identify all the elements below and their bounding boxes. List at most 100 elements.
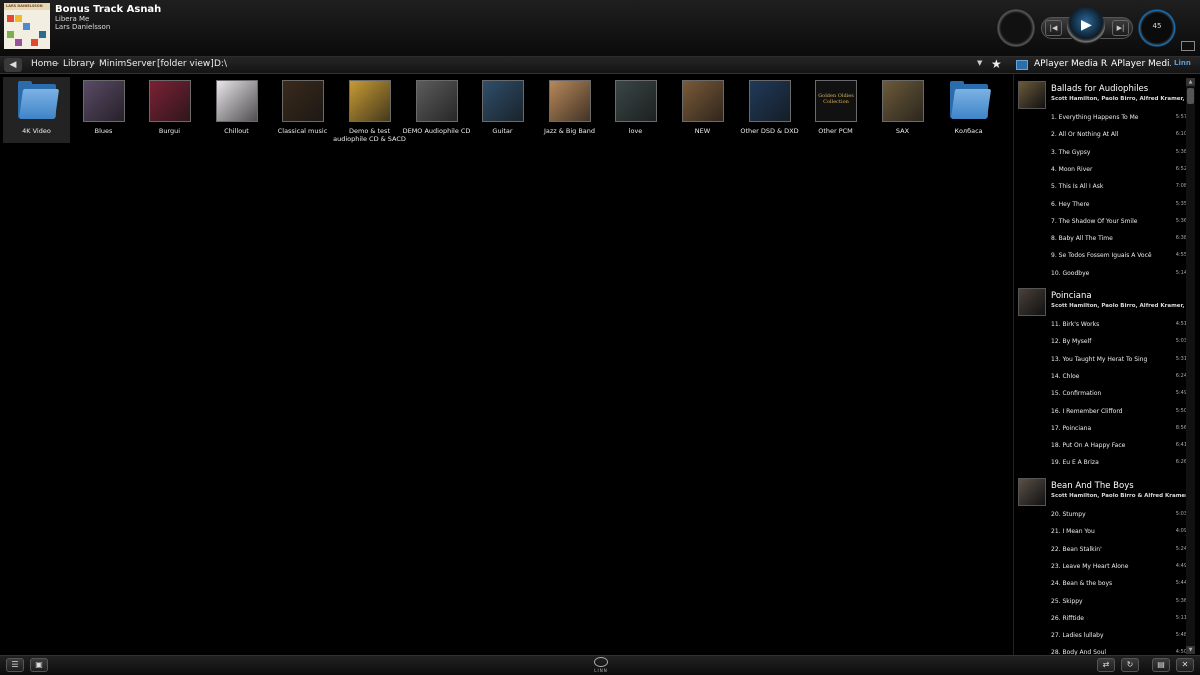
- folder-tile[interactable]: Burgui: [136, 77, 203, 143]
- playlist-track-row[interactable]: 28. Body And Soul 4:50: [1014, 646, 1189, 655]
- playlist-track-row[interactable]: 14. Chloe 6:24: [1014, 370, 1189, 384]
- folder-tile[interactable]: Blues: [70, 77, 137, 143]
- playlist-track-row[interactable]: 26. Rifftide 5:11: [1014, 612, 1189, 626]
- track-name: 8. Baby All The Time: [1051, 235, 1113, 242]
- folder-tile[interactable]: Golden Oldies Collection Other PCM: [802, 77, 869, 143]
- source-selector[interactable]: APlayer Medi...: [1111, 59, 1171, 69]
- playlist-track-row[interactable]: 10. Goodbye 5:14: [1014, 267, 1189, 281]
- playlist-track-row[interactable]: 11. Birk's Works 4:51: [1014, 318, 1189, 332]
- repeat-icon[interactable]: ↻: [1121, 658, 1139, 672]
- scroll-thumb[interactable]: [1187, 88, 1194, 104]
- back-button[interactable]: ◀: [4, 58, 22, 72]
- track-title: This Is All I Ask: [1058, 183, 1104, 191]
- play-icon: ▶: [1081, 17, 1092, 33]
- folder-tile[interactable]: Chillout: [203, 77, 270, 143]
- track-name: 13. You Taught My Herat To Sing: [1051, 356, 1147, 363]
- track-name: 15. Confirmation: [1051, 390, 1101, 397]
- folder-tile[interactable]: 4K Video: [3, 77, 70, 143]
- album-group-header[interactable]: Bean And The Boys Scott Hamilton, Paolo B…: [1014, 475, 1189, 507]
- folder-tile[interactable]: NEW: [669, 77, 736, 143]
- trash-icon[interactable]: ✕: [1176, 658, 1194, 672]
- now-playing-cover-art[interactable]: LARS DANIELSSON: [4, 3, 50, 49]
- playlist-scrollbar[interactable]: ▲ ▼: [1186, 78, 1195, 654]
- breadcrumb-drive[interactable]: D:\: [214, 59, 227, 69]
- playlist-track-row[interactable]: 24. Bean & the boys 5:44: [1014, 577, 1189, 591]
- folder-tile[interactable]: Колбаса: [935, 77, 1002, 143]
- track-number: 17.: [1051, 424, 1061, 432]
- folder-tile[interactable]: Demo & test audiophile CD & SACD: [333, 77, 406, 143]
- star-icon[interactable]: ★: [991, 57, 1002, 71]
- room-selector[interactable]: APlayer Media R...: [1034, 59, 1108, 69]
- playlist-track-row[interactable]: 22. Bean Stalkin' 5:24: [1014, 543, 1189, 557]
- playlist-track-row[interactable]: 15. Confirmation 5:49: [1014, 387, 1189, 401]
- playlist-track-row[interactable]: 27. Ladies lullaby 5:48: [1014, 629, 1189, 643]
- album-art-thumbnail: [149, 80, 191, 122]
- folder-tile[interactable]: DEMO Audiophile CD: [403, 77, 470, 143]
- track-number: 2.: [1051, 131, 1057, 139]
- play-button[interactable]: ▶: [1067, 7, 1105, 45]
- album-group-header[interactable]: Poinciana Scott Hamilton, Paolo Birro, Al…: [1014, 285, 1189, 317]
- folder-tile[interactable]: love: [602, 77, 669, 143]
- album-art-thumbnail: [482, 80, 524, 122]
- playlist-track-row[interactable]: 6. Hey There 5:35: [1014, 198, 1189, 212]
- linn-badge: Linn: [1174, 59, 1191, 67]
- playlist-track-row[interactable]: 17. Poinciana 8:56: [1014, 422, 1189, 436]
- folder-tile[interactable]: SAX: [869, 77, 936, 143]
- room-icon[interactable]: [1016, 60, 1028, 70]
- playlist-track-row[interactable]: 8. Baby All The Time 6:38: [1014, 232, 1189, 246]
- playlist-track-row[interactable]: 23. Leave My Heart Alone 4:49: [1014, 560, 1189, 574]
- playlist-track-row[interactable]: 5. This Is All I Ask 7:08: [1014, 180, 1189, 194]
- track-title: I Remember Clifford: [1062, 407, 1123, 415]
- playlist-track-row[interactable]: 25. Skippy 5:36: [1014, 595, 1189, 609]
- album-art-thumbnail: [216, 80, 258, 122]
- list-view-icon[interactable]: ☰: [6, 658, 24, 672]
- playlist-track-row[interactable]: 9. Se Todos Fossem Iguais A Você 4:55: [1014, 249, 1189, 263]
- folder-tile[interactable]: Other DSD & DXD: [736, 77, 803, 143]
- playlist-track-row[interactable]: 18. Put On A Happy Face 6:41: [1014, 439, 1189, 453]
- playlist-track-row[interactable]: 16. I Remember Clifford 5:50: [1014, 405, 1189, 419]
- shuffle-icon[interactable]: ⇄: [1097, 658, 1115, 672]
- album-art-thumbnail: [749, 80, 791, 122]
- maximize-icon[interactable]: [1181, 41, 1195, 51]
- album-title: Ballads for Audiophiles: [1051, 84, 1149, 94]
- breadcrumb-folder-view[interactable]: [folder view]: [157, 59, 214, 69]
- playlist-track-row[interactable]: 12. By Myself 5:03: [1014, 335, 1189, 349]
- playlist-track-row[interactable]: 3. The Gypsy 5:38: [1014, 146, 1189, 160]
- scroll-down-icon[interactable]: ▼: [1186, 646, 1195, 654]
- playlist-track-row[interactable]: 21. I Mean You 4:09: [1014, 525, 1189, 539]
- track-number: 12.: [1051, 338, 1061, 346]
- track-title: Se Todos Fossem Iguais A Você: [1058, 252, 1152, 260]
- folder-tile[interactable]: Classical music: [269, 77, 336, 143]
- album-art-icon[interactable]: ▣: [30, 658, 48, 672]
- skip-forward-icon[interactable]: ▶|: [1112, 20, 1129, 36]
- skip-back-icon[interactable]: |◀: [1045, 20, 1062, 36]
- track-title: Chloe: [1062, 372, 1080, 380]
- folder-label: Burgui: [158, 127, 181, 135]
- chevron-down-icon[interactable]: ▼: [977, 59, 982, 67]
- folder-tile[interactable]: Jazz & Big Band: [536, 77, 603, 143]
- save-icon[interactable]: ▤: [1152, 658, 1170, 672]
- track-name: 11. Birk's Works: [1051, 321, 1099, 328]
- seek-dial[interactable]: [997, 9, 1035, 47]
- volume-dial[interactable]: 45: [1138, 9, 1176, 47]
- track-name: 23. Leave My Heart Alone: [1051, 563, 1128, 570]
- playlist-track-row[interactable]: 20. Stumpy 5:03: [1014, 508, 1189, 522]
- playlist-track-row[interactable]: 2. All Or Nothing At All 6:10: [1014, 128, 1189, 142]
- folder-tile[interactable]: Guitar: [469, 77, 536, 143]
- track-title: Ladies lullaby: [1062, 632, 1104, 640]
- playlist-track-row[interactable]: 7. The Shadow Of Your Smile 5:36: [1014, 215, 1189, 229]
- playlist-track-row[interactable]: 1. Everything Happens To Me 5:57: [1014, 111, 1189, 125]
- breadcrumb-home[interactable]: Home: [31, 59, 58, 69]
- track-number: 19.: [1051, 459, 1061, 467]
- breadcrumb-minimserver[interactable]: MinimServer: [99, 59, 156, 69]
- album-group-header[interactable]: Ballads for Audiophiles Scott Hamilton, P…: [1014, 78, 1189, 110]
- breadcrumb-library[interactable]: Library: [63, 59, 94, 69]
- breadcrumb-separator: ▸: [207, 60, 211, 67]
- artist-name: Lars Danielsson: [55, 23, 111, 31]
- playlist-track-row[interactable]: 13. You Taught My Herat To Sing 5:31: [1014, 353, 1189, 367]
- playlist-track-row[interactable]: 4. Moon River 6:52: [1014, 163, 1189, 177]
- scroll-up-icon[interactable]: ▲: [1186, 78, 1195, 86]
- playlist-track-row[interactable]: 19. Eu E A Briza 6:26: [1014, 456, 1189, 470]
- album-art-thumbnail: Golden Oldies Collection: [815, 80, 857, 122]
- track-number: 1.: [1051, 114, 1057, 121]
